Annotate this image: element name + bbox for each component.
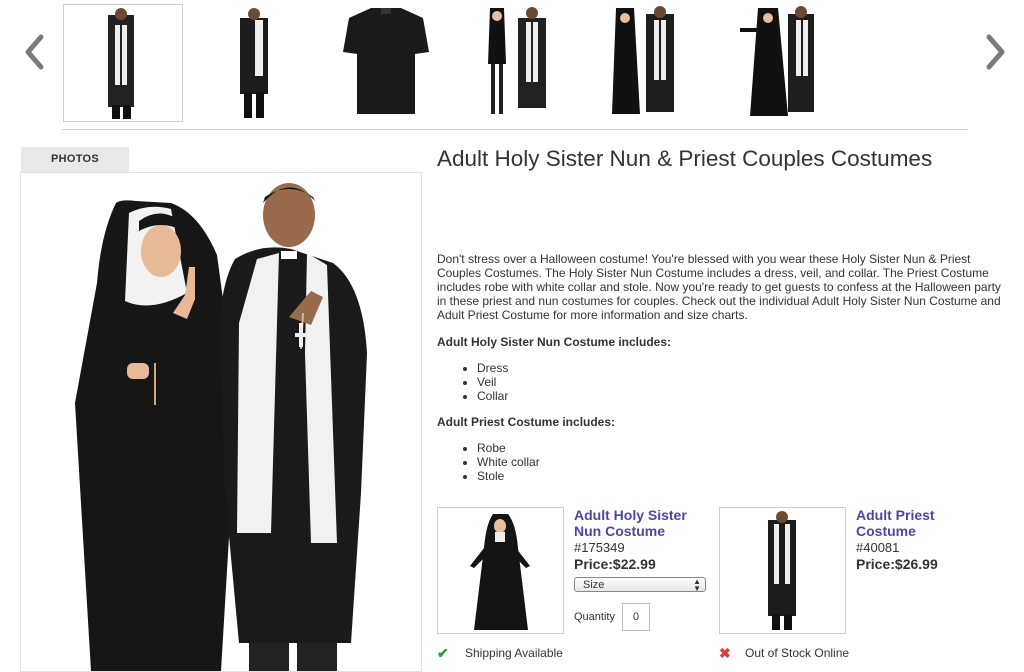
list-item: Veil: [477, 375, 508, 389]
nun-costume-name-line1[interactable]: Adult Holy Sister: [574, 507, 687, 523]
product-title: Adult Holy Sister Nun & Priest Couples C…: [437, 146, 933, 171]
carousel-next-arrow-icon[interactable]: [984, 34, 1006, 70]
priest-costume-price: Price:$26.99: [856, 556, 938, 572]
priest-costume-thumbnail[interactable]: [719, 507, 846, 634]
priest-costume-name-line2[interactable]: Costume: [856, 523, 916, 539]
thumbnail-carousel: [0, 0, 1024, 130]
size-select-value: Size: [583, 579, 605, 591]
nun-costume-sku: #175349: [574, 540, 625, 555]
nun-costume-price: Price:$22.99: [574, 556, 656, 572]
nun-costume-name-line2[interactable]: Nun Costume: [574, 523, 665, 539]
priest-costume-sku: #40081: [856, 540, 900, 555]
nun-figure: [75, 200, 237, 671]
checkmark-icon: ✔: [437, 645, 449, 661]
carousel-prev-arrow-icon[interactable]: [24, 34, 46, 70]
list-item: Stole: [477, 469, 540, 483]
quantity-label: Quantity: [574, 611, 615, 623]
nun-includes-list: Dress Veil Collar: [440, 361, 508, 403]
nun-size-select[interactable]: Size ▲ ▼: [574, 577, 706, 593]
select-arrows-icon: ▲ ▼: [693, 577, 701, 593]
thumbnail-priest-costume[interactable]: [195, 4, 315, 122]
thumbnail-nun-priest-couple-alt[interactable]: [728, 4, 848, 122]
list-item: White collar: [477, 455, 540, 469]
nun-includes-heading: Adult Holy Sister Nun Costume includes:: [437, 335, 672, 349]
main-product-photo[interactable]: [20, 172, 422, 672]
priest-includes-list: Robe White collar Stole: [440, 441, 540, 483]
nun-costume-link[interactable]: Adult Holy Sister Nun Costume: [574, 507, 714, 539]
product-description: Don't stress over a Halloween costume! Y…: [437, 252, 1001, 322]
list-item: Robe: [477, 441, 540, 455]
priest-costume-link[interactable]: Adult Priest Costume: [856, 507, 996, 539]
priest-figure: [219, 183, 367, 671]
thumbnail-nun-priest-couple[interactable]: [63, 4, 183, 122]
x-mark-icon: ✖: [719, 645, 731, 661]
photos-tab[interactable]: PHOTOS: [21, 147, 129, 172]
priest-includes-heading: Adult Priest Costume includes:: [437, 415, 616, 429]
thumbnail-nun-priest-pair[interactable]: [594, 4, 714, 122]
stock-status: Out of Stock Online: [745, 646, 850, 660]
nun-costume-thumbnail[interactable]: [437, 507, 564, 634]
list-item: Collar: [477, 389, 508, 403]
priest-costume-name-line1[interactable]: Adult Priest: [856, 507, 935, 523]
carousel-divider: [62, 129, 968, 130]
thumbnail-sexy-nun-priest[interactable]: [460, 4, 580, 122]
quantity-input[interactable]: 0: [622, 603, 650, 631]
thumbnail-clergy-shirt[interactable]: [327, 4, 447, 122]
shipping-status: Shipping Available: [465, 646, 563, 660]
list-item: Dress: [477, 361, 508, 375]
